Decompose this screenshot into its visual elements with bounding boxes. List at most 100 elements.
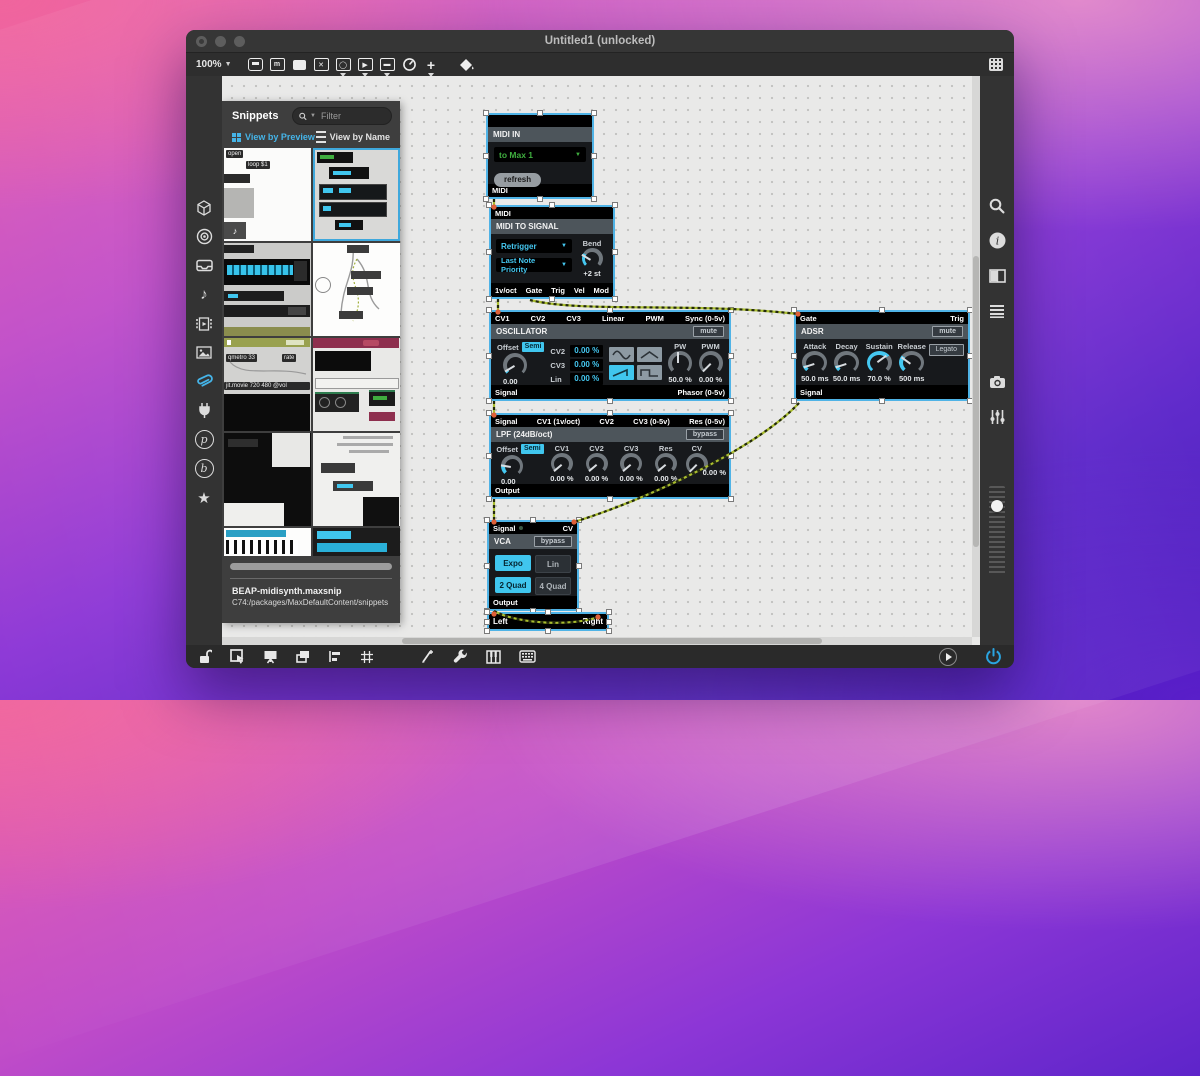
selection-handle[interactable] [576,563,582,569]
selection-handle[interactable] [486,410,492,416]
note-priority-menu[interactable]: Last Note Priority▼ [496,258,572,272]
paint-bucket-icon[interactable] [459,57,476,72]
snippet-thumbnail-9[interactable] [224,528,311,556]
button-tool-icon[interactable]: ◯ [335,57,352,72]
search-icon[interactable] [988,196,1007,215]
selection-handle[interactable] [486,307,492,313]
snippet-thumbnail-8[interactable] [313,433,400,526]
adsr-mute-button[interactable]: mute [932,326,963,337]
camera-icon[interactable] [988,372,1007,391]
lpf-cv3-knob[interactable] [620,453,642,474]
selection-handle[interactable] [607,307,613,313]
retrigger-menu[interactable]: Retrigger▼ [496,239,572,253]
selection-handle[interactable] [591,196,597,202]
osc-pwm-value[interactable]: 0.00 % [699,375,722,384]
module-midi-in[interactable]: MIDI IN to Max 1 ▼ refresh MIDI [486,113,594,199]
decay-value[interactable]: 50.0 ms [833,374,861,383]
selection-handle[interactable] [607,410,613,416]
osc-pwm-knob[interactable] [699,351,723,375]
view-by-preview-tab[interactable]: View by Preview [232,132,315,142]
lpf-cv2-value[interactable]: 0.00 % [585,474,608,483]
lpf-cv2-knob[interactable] [586,453,608,474]
selection-handle[interactable] [484,619,490,625]
lpf-offset-knob[interactable] [501,455,523,477]
video-icon[interactable] [195,314,214,333]
lpf-cv1-value[interactable]: 0.00 % [550,474,573,483]
module-audio-out[interactable]: Left Right [487,612,609,631]
selection-handle[interactable] [591,153,597,159]
selection-handle[interactable] [591,110,597,116]
module-adsr[interactable]: Gate Trig ADSR mute Attack 50.0 ms Decay [794,310,970,401]
console-drawer-icon[interactable] [195,256,214,275]
plug-icon[interactable] [195,401,214,420]
snippet-thumbnail-6[interactable] [313,338,400,431]
selection-handle[interactable] [483,153,489,159]
saw-wave-button-active[interactable] [609,365,634,380]
vca-4quad-button[interactable]: 4 Quad [535,577,571,595]
osc-cv2-value[interactable]: 0.00 % [570,345,603,357]
selection-handle[interactable] [545,609,551,615]
selection-handle[interactable] [791,307,797,313]
lpf-bypass-button[interactable]: bypass [686,429,724,440]
lpf-cv-value[interactable]: 0.00 % [703,468,726,477]
target-icon[interactable] [195,227,214,246]
selection-handle[interactable] [607,496,613,502]
preview-play-button[interactable] [939,648,957,666]
legato-button[interactable]: Legato [929,344,964,356]
selection-handle[interactable] [728,307,734,313]
number-box-tool-icon[interactable]: ▬ [379,57,396,72]
grid-icon[interactable] [360,650,374,664]
keyboard-icon[interactable] [519,650,536,663]
gain-fader[interactable] [989,486,1005,576]
view-by-name-tab[interactable]: View by Name [316,131,390,143]
gain-fader-thumb[interactable] [991,500,1003,512]
selection-handle[interactable] [576,517,582,523]
selection-handle[interactable] [549,202,555,208]
sine-wave-button[interactable] [609,347,634,362]
module-oscillator[interactable]: CV1 CV2 CV3 Linear PWM Sync (0-5v) OSCIL… [489,310,731,401]
wrench-icon[interactable] [453,649,468,664]
list-icon[interactable] [988,301,1007,320]
osc-cv3-value[interactable]: 0.00 % [570,359,603,371]
align-icon[interactable] [328,650,342,663]
vizzie-p-icon[interactable]: p [195,430,214,449]
selection-handle[interactable] [606,609,612,615]
lpf-res-value[interactable]: 0.00 % [654,474,677,483]
snippet-thumbnail-5[interactable]: qmetro 33 rate jit.movie 720 480 @vol [224,338,311,431]
osc-lin-value[interactable]: 0.00 % [570,373,603,385]
selection-handle[interactable] [486,202,492,208]
vca-2quad-button-active[interactable]: 2 Quad [495,577,531,593]
snippet-thumbnail-3[interactable] [224,243,311,336]
selection-handle[interactable] [486,453,492,459]
selection-handle[interactable] [484,609,490,615]
selection-handle[interactable] [486,496,492,502]
layers-icon[interactable] [296,650,310,663]
osc-semi-toggle[interactable]: Semi [522,342,545,352]
toggle-tool-icon[interactable]: ✕ [313,57,330,72]
snippet-thumbnail-1[interactable]: open loop $1 ♪ [224,148,311,241]
cube-icon[interactable] [195,198,214,217]
module-lpf[interactable]: Signal CV1 (1v/oct) CV2 CV3 (0-5v) Res (… [489,413,731,499]
snippet-thumbnail-10[interactable] [313,528,400,556]
midi-device-menu[interactable]: to Max 1 ▼ [494,147,586,162]
osc-offset-knob[interactable] [503,353,527,377]
object-palette-icon[interactable] [987,57,1004,72]
selection-handle[interactable] [484,563,490,569]
selection-handle[interactable] [728,398,734,404]
selection-handle[interactable] [606,619,612,625]
selection-handle[interactable] [483,110,489,116]
selection-handle[interactable] [486,398,492,404]
patcher-canvas[interactable]: MIDI IN to Max 1 ▼ refresh MIDI MIDI MID… [222,76,980,645]
split-view-icon[interactable] [988,266,1007,285]
snippets-filter-input[interactable] [319,110,385,122]
selection-handle[interactable] [486,296,492,302]
canvas-horizontal-scrollbar[interactable] [222,637,972,645]
favorites-star-icon[interactable]: ★ [195,488,214,507]
osc-pw-knob[interactable] [668,351,692,375]
selection-handle[interactable] [484,628,490,634]
selection-handle[interactable] [791,353,797,359]
vca-bypass-button[interactable]: bypass [534,536,572,547]
filters-icon[interactable] [988,407,1007,426]
image-icon[interactable] [195,343,214,362]
lpf-res-knob[interactable] [655,453,677,474]
